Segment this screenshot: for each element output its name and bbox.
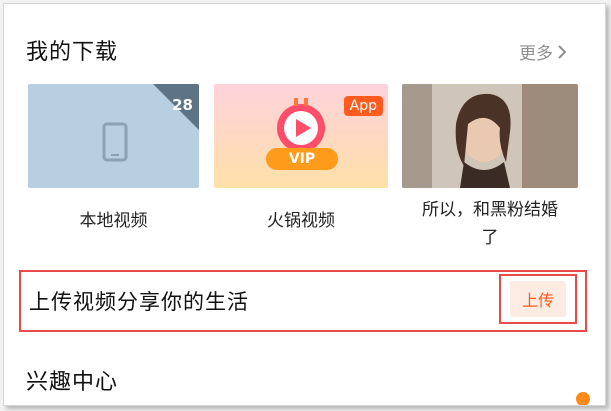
app-tag: App <box>343 96 383 116</box>
upload-banner: 上传视频分享你的生活 上传 <box>19 270 587 332</box>
app-window: 我的下载 更多 28 App VIP 本地视频 火锅视频 所以，和黑粉结婚 了 … <box>3 3 606 406</box>
floating-indicator[interactable] <box>576 392 590 405</box>
upload-button-label: 上传 <box>509 281 566 317</box>
downloads-title: 我的下载 <box>26 40 119 65</box>
vip-badge: VIP <box>266 148 338 170</box>
local-video-card[interactable]: 28 <box>28 84 199 188</box>
more-link[interactable]: 更多 <box>519 39 567 64</box>
more-label: 更多 <box>519 44 553 64</box>
chevron-right-icon <box>558 44 567 59</box>
upload-button[interactable]: 上传 <box>499 274 577 324</box>
video-clip-card[interactable] <box>402 84 578 188</box>
interest-center-title: 兴趣中心 <box>26 370 119 395</box>
phone-icon <box>102 122 128 162</box>
count-badge: 28 <box>172 96 193 114</box>
local-video-label: 本地视频 <box>79 211 148 231</box>
video-clip-label: 所以，和黑粉结婚 了 <box>422 200 558 248</box>
video-thumbnail <box>402 84 578 188</box>
hotpot-video-label: 火锅视频 <box>267 211 335 231</box>
hotpot-video-card[interactable]: App VIP <box>214 84 388 188</box>
upload-prompt: 上传视频分享你的生活 <box>29 290 249 314</box>
